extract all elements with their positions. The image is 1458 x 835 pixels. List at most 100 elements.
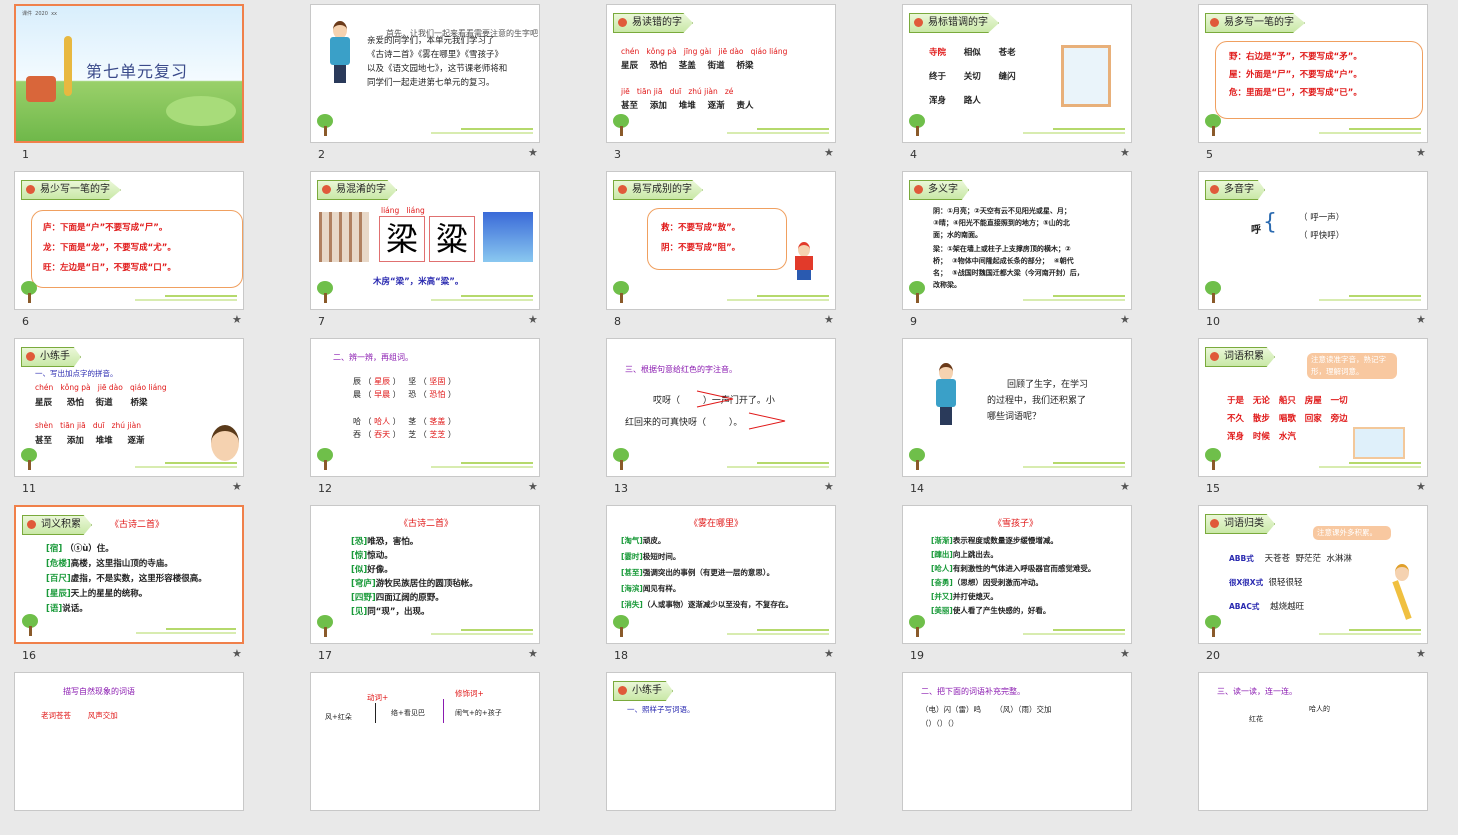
star-icon[interactable]: ★ bbox=[1120, 146, 1130, 159]
note-line: 屋：外面是“尸”，不要写成“户”。 bbox=[1229, 70, 1362, 80]
slide-18[interactable]: 《雾在哪里》 [淘气]顽皮。 [霎时]极短时间。 [甚至]强调突出的事例（有更进… bbox=[606, 505, 836, 644]
tree-icon bbox=[315, 615, 335, 637]
star-icon[interactable]: ★ bbox=[1120, 480, 1130, 493]
slide-thumb-14[interactable]: 回顾了生字，在学习 的过程中，我们还积累了 哪些词语呢？ 14 ★ bbox=[888, 334, 1183, 501]
tree-icon bbox=[611, 114, 631, 136]
slide-thumb-17[interactable]: 《古诗二首》 [恐]唯恐，害怕。 [惊]惊动。 [似]好像。 [穹庐]游牧民族居… bbox=[296, 501, 591, 668]
slide-16[interactable]: 词义积累 《古诗二首》 [宿] （ⓢù）住。 [危楼]高楼，这里指山顶的寺庙。 … bbox=[14, 505, 244, 644]
word: 街道 bbox=[707, 61, 725, 71]
slide-thumb-19[interactable]: 《雪孩子》 [渐渐]表示程度或数量逐步缓慢增减。 [蹿出]向上跳出去。 [呛人]… bbox=[888, 501, 1183, 668]
star-icon[interactable]: ★ bbox=[232, 313, 242, 326]
slide-thumb-5[interactable]: 易多写一笔的字 野：右边是“予”，不要写成“矛”。 屋：外面是“尸”，不要写成“… bbox=[1184, 0, 1458, 167]
slide-7[interactable]: 易混淆的字 liáng liáng 梁 粱 木房“梁”，米高“粱”。 bbox=[310, 171, 540, 310]
decor-line bbox=[431, 132, 533, 134]
decor-line bbox=[727, 633, 829, 635]
sentence-line: 红回来的可真快呀（ ）。 bbox=[625, 418, 743, 428]
star-icon[interactable]: ★ bbox=[824, 146, 834, 159]
slide-thumb-23[interactable]: 小练手 一、照样子写词语。 bbox=[592, 668, 887, 835]
tree-icon bbox=[611, 448, 631, 470]
slide-thumb-9[interactable]: 多义字 阴：①月亮；②天空有云不见阳光或星、月； ③晴；④阳光不能直接照到的地方… bbox=[888, 167, 1183, 334]
prompt-line: 的过程中，我们还积累了 bbox=[987, 396, 1087, 406]
slide-tag: 易多写一笔的字 bbox=[1205, 13, 1305, 33]
star-icon[interactable]: ★ bbox=[824, 313, 834, 326]
star-icon[interactable]: ★ bbox=[528, 313, 538, 326]
slide-22[interactable]: 动词+ 修饰词+ 风+红朵 络+看见巴 闹气+的+孩子 bbox=[310, 672, 540, 811]
slide-1[interactable]: 课件 2020 xx 第七单元复习 bbox=[14, 4, 244, 143]
item: 老词苍苍 bbox=[41, 711, 71, 720]
term: [宿] bbox=[46, 544, 63, 554]
decor-line bbox=[135, 466, 237, 468]
star-icon[interactable]: ★ bbox=[528, 146, 538, 159]
decor-line bbox=[165, 462, 237, 464]
pattern: ABAC式 bbox=[1229, 602, 1260, 611]
star-icon[interactable]: ★ bbox=[1120, 313, 1130, 326]
heading: 二、把下面的词语补充完整。 bbox=[921, 687, 1025, 696]
word: 缝闪 bbox=[998, 72, 1016, 82]
slide-thumb-18[interactable]: 《雾在哪里》 [淘气]顽皮。 [霎时]极短时间。 [甚至]强调突出的事例（有更进… bbox=[592, 501, 887, 668]
slide-4[interactable]: 易标错调的字 寺院 相似 苍老 终于 关切 缝闪 浑身 路人 bbox=[902, 4, 1132, 143]
slide-15[interactable]: 词语积累 注意读准字音，熟记字形，理解词意。 于是 无论 船只 房屋 一切 不久… bbox=[1198, 338, 1428, 477]
slide-21[interactable]: 描写自然现象的词语 老词苍苍 风声交加 bbox=[14, 672, 244, 811]
star-icon[interactable]: ★ bbox=[528, 647, 538, 660]
slide-11[interactable]: 小练手 一、写出加点字的拼音。 chén kǒng pà jiē dào qiá… bbox=[14, 338, 244, 477]
intro-line-1: 亲爱的同学们，本单元我们学习了 bbox=[367, 36, 495, 46]
word: 关切 bbox=[963, 72, 981, 82]
term: [消失] bbox=[621, 600, 643, 609]
slide-13[interactable]: 三、根据句意给红色的字注音。 哎呀（ ）一声门开了。小 红回来的可真快呀（ ）。 bbox=[606, 338, 836, 477]
slide-17[interactable]: 《古诗二首》 [恐]唯恐，害怕。 [惊]惊动。 [似]好像。 [穹庐]游牧民族居… bbox=[310, 505, 540, 644]
slide-thumb-6[interactable]: 易少写一笔的字 庐：下面是“户”不要写成“尸”。 龙：下面是“龙”，不要写成“尤… bbox=[0, 167, 295, 334]
star-icon[interactable]: ★ bbox=[1416, 146, 1426, 159]
slide-23[interactable]: 小练手 一、照样子写词语。 bbox=[606, 672, 836, 811]
slide-thumb-7[interactable]: 易混淆的字 liáng liáng 梁 粱 木房“梁”，米高“粱”。 7 ★ bbox=[296, 167, 591, 334]
char: 吞 bbox=[353, 430, 361, 439]
slide-9[interactable]: 多义字 阴：①月亮；②天空有云不见阳光或星、月； ③晴；④阳光不能直接照到的地方… bbox=[902, 171, 1132, 310]
slide-thumb-15[interactable]: 词语积累 注意读准字音，熟记字形，理解词意。 于是 无论 船只 房屋 一切 不久… bbox=[1184, 334, 1458, 501]
slide-thumb-4[interactable]: 易标错调的字 寺院 相似 苍老 终于 关切 缝闪 浑身 路人 4 ★ bbox=[888, 0, 1183, 167]
slide-thumb-8[interactable]: 易写成别的字 救：不要写成“敖”。 阴：不要写成“阻”。 8 ★ bbox=[592, 167, 887, 334]
slide-thumb-20[interactable]: 词语归类 注意课外多积累。 ABB式 天苍苍 野茫茫 水淋淋 很X很X式 很轻很… bbox=[1184, 501, 1458, 668]
slide-2[interactable]: 首先，让我们一起来看看需要注意的生字吧！ 亲爱的同学们，本单元我们学习了 《古诗… bbox=[310, 4, 540, 143]
slide-8[interactable]: 易写成别的字 救：不要写成“敖”。 阴：不要写成“阻”。 bbox=[606, 171, 836, 310]
definition: 并打使熄灭。 bbox=[952, 592, 998, 601]
slide-thumb-3[interactable]: 易读错的字 chén kǒng pà jīng gài jiē dào qiáo… bbox=[592, 0, 887, 167]
examples: 很轻很轻 bbox=[1268, 578, 1303, 588]
slide-14[interactable]: 回顾了生字，在学习 的过程中，我们还积累了 哪些词语呢？ bbox=[902, 338, 1132, 477]
slide-5[interactable]: 易多写一笔的字 野：右边是“予”，不要写成“矛”。 屋：外面是“尸”，不要写成“… bbox=[1198, 4, 1428, 143]
slide-20[interactable]: 词语归类 注意课外多积累。 ABB式 天苍苍 野茫茫 水淋淋 很X很X式 很轻很… bbox=[1198, 505, 1428, 644]
term: [百尺] bbox=[46, 574, 71, 584]
slide-tag: 多音字 bbox=[1205, 180, 1265, 200]
slide-thumb-1[interactable]: 课件 2020 xx 第七单元复习 1 bbox=[0, 0, 295, 167]
star-icon[interactable]: ★ bbox=[232, 480, 242, 493]
slide-thumb-2[interactable]: 首先，让我们一起来看看需要注意的生字吧！ 亲爱的同学们，本单元我们学习了 《古诗… bbox=[296, 0, 591, 167]
slide-24[interactable]: 二、把下面的词语补充完整。 （电）闪（雷）鸣 （风）（雨）交加 （）（）（） bbox=[902, 672, 1132, 811]
slide-number: 5 bbox=[1206, 148, 1213, 161]
slide-thumb-25[interactable]: 三、读一读，连一连。 哈人的 红花 bbox=[1184, 668, 1458, 835]
slide-6[interactable]: 易少写一笔的字 庐：下面是“户”不要写成“尸”。 龙：下面是“龙”，不要写成“尤… bbox=[14, 171, 244, 310]
star-icon[interactable]: ★ bbox=[824, 647, 834, 660]
slide-19[interactable]: 《雪孩子》 [渐渐]表示程度或数量逐步缓慢增减。 [蹿出]向上跳出去。 [呛人]… bbox=[902, 505, 1132, 644]
star-icon[interactable]: ★ bbox=[1416, 480, 1426, 493]
heading: 三、根据句意给红色的字注音。 bbox=[625, 365, 737, 374]
slide-thumb-12[interactable]: 二、辨一辨，再组词。 辰 （ 星辰 ） 坚 （ 坚固 ） 晨 （ 早晨 ） 恐 … bbox=[296, 334, 591, 501]
star-icon[interactable]: ★ bbox=[232, 647, 242, 660]
slide-25[interactable]: 三、读一读，连一连。 哈人的 红花 bbox=[1198, 672, 1428, 811]
star-icon[interactable]: ★ bbox=[528, 480, 538, 493]
slide-thumb-22[interactable]: 动词+ 修饰词+ 风+红朵 络+看见巴 闹气+的+孩子 bbox=[296, 668, 591, 835]
star-icon[interactable]: ★ bbox=[1416, 313, 1426, 326]
slide-10[interactable]: 多音字 呼 { （ 呼一声） （ 呼快呼） bbox=[1198, 171, 1428, 310]
slide-tag: 易读错的字 bbox=[613, 13, 693, 33]
star-icon[interactable]: ★ bbox=[824, 480, 834, 493]
slide-thumb-24[interactable]: 二、把下面的词语补充完整。 （电）闪（雷）鸣 （风）（雨）交加 （）（）（） bbox=[888, 668, 1183, 835]
decor-line bbox=[1023, 633, 1125, 635]
tone-mark-icon bbox=[696, 390, 734, 408]
slide-12[interactable]: 二、辨一辨，再组词。 辰 （ 星辰 ） 坚 （ 坚固 ） 晨 （ 早晨 ） 恐 … bbox=[310, 338, 540, 477]
slide-thumb-13[interactable]: 三、根据句意给红色的字注音。 哎呀（ ）一声门开了。小 红回来的可真快呀（ ）。… bbox=[592, 334, 887, 501]
slide-thumb-10[interactable]: 多音字 呼 { （ 呼一声） （ 呼快呼） 10 ★ bbox=[1184, 167, 1458, 334]
star-icon[interactable]: ★ bbox=[1416, 647, 1426, 660]
slide-thumb-16[interactable]: 词义积累 《古诗二首》 [宿] （ⓢù）住。 [危楼]高楼，这里指山顶的寺庙。 … bbox=[0, 501, 295, 668]
star-icon[interactable]: ★ bbox=[1120, 647, 1130, 660]
slide-thumb-21[interactable]: 描写自然现象的词语 老词苍苍 风声交加 bbox=[0, 668, 295, 835]
decor-line bbox=[1319, 132, 1421, 134]
slide-thumb-11[interactable]: 小练手 一、写出加点字的拼音。 chén kǒng pà jiē dào qiá… bbox=[0, 334, 295, 501]
slide-3[interactable]: 易读错的字 chén kǒng pà jīng gài jiē dào qiáo… bbox=[606, 4, 836, 143]
